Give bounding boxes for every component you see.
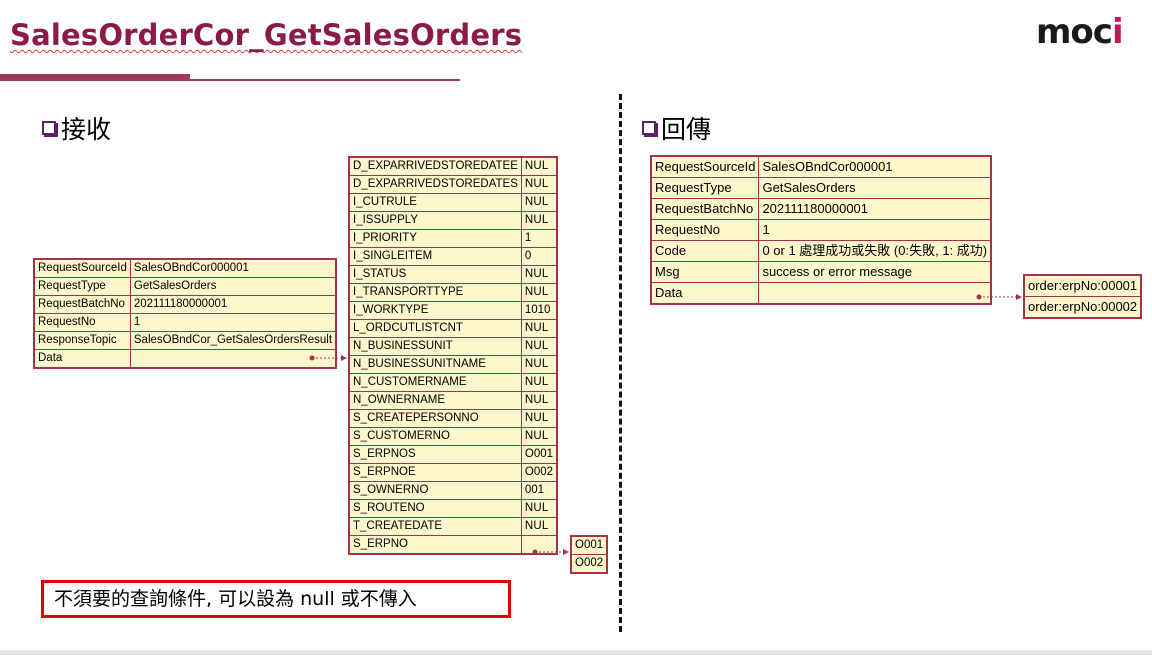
note-box: 不須要的查詢條件, 可以設為 null 或不傳入 [41, 580, 511, 618]
response-data-link [976, 294, 1022, 300]
bottom-bar [0, 650, 1152, 655]
erpno-link [532, 549, 569, 555]
link-arrows [309, 294, 1022, 555]
request-data-link [309, 355, 347, 361]
